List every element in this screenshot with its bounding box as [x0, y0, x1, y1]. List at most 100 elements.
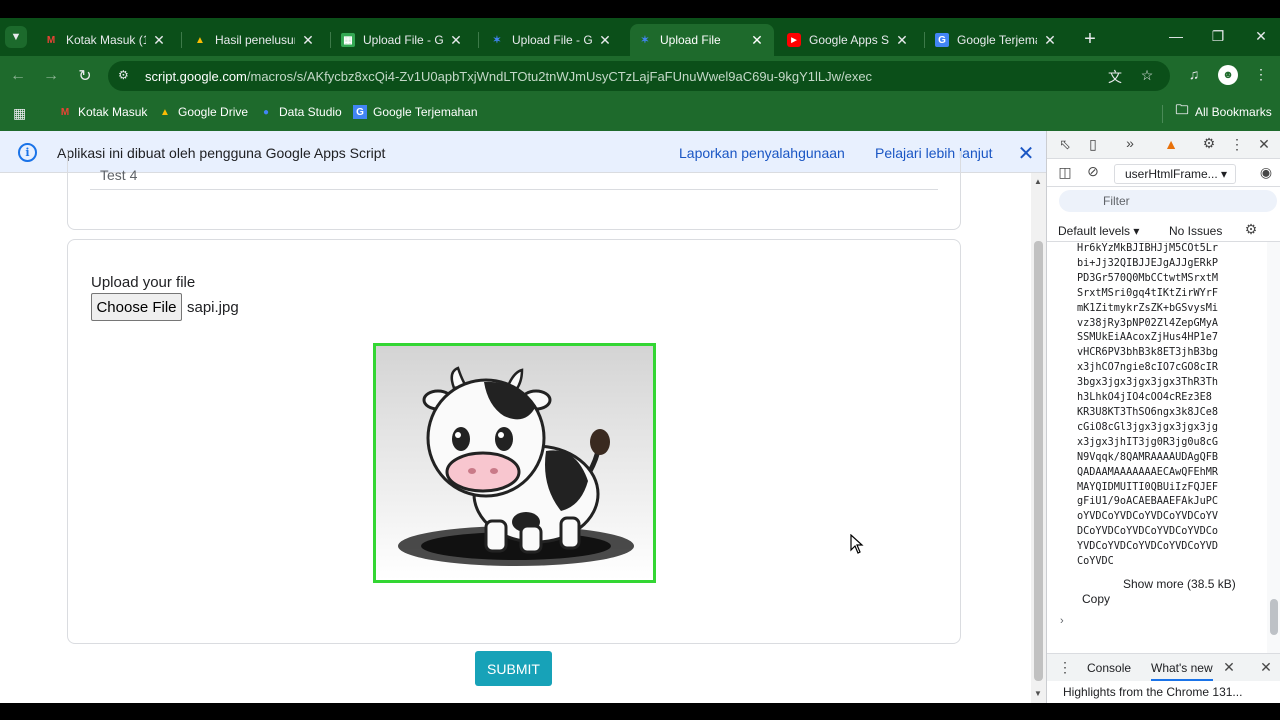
- scrollbar-thumb[interactable]: [1034, 241, 1043, 681]
- profile-avatar[interactable]: ☻: [1218, 65, 1238, 85]
- close-icon[interactable]: ✕: [596, 32, 614, 49]
- drive-icon: ▲: [160, 106, 170, 118]
- console-settings-icon[interactable]: ⚙: [1242, 221, 1260, 238]
- settings-gear-icon[interactable]: ⚙: [1200, 135, 1218, 152]
- bookmark-google-terjemahan[interactable]: G Google Terjemahan: [353, 105, 478, 119]
- apps-grid-icon[interactable]: ▦: [13, 105, 26, 122]
- tab-search-button[interactable]: ▼: [5, 26, 27, 48]
- warning-icon[interactable]: ▲: [1162, 136, 1180, 152]
- tab-kotak-masuk[interactable]: M Kotak Masuk (1) ✕: [36, 24, 176, 56]
- close-icon[interactable]: ✕: [1041, 32, 1059, 49]
- close-icon[interactable]: ✕: [150, 32, 168, 49]
- tab-google-terjemahan[interactable]: G Google Terjemal ✕: [927, 24, 1067, 56]
- copy-button[interactable]: Copy: [1082, 592, 1110, 606]
- tab-google-apps-script[interactable]: ▶ Google Apps Sc ✕: [779, 24, 919, 56]
- console-scrollbar[interactable]: [1267, 242, 1280, 653]
- minimize-icon[interactable]: —: [1166, 28, 1186, 44]
- console-log-output: Hr6kYzMkBJIBHJjM5COt5Lr bi+Jj32QIBJJEJgA…: [1077, 243, 1219, 568]
- back-icon[interactable]: ←: [7, 65, 29, 87]
- tab-title: Upload File: [660, 33, 721, 47]
- all-bookmarks[interactable]: 🗀 All Bookmarks: [1175, 102, 1271, 119]
- tab-title: Upload File - Go: [363, 33, 443, 47]
- image-preview: [373, 343, 656, 583]
- more-tabs-icon[interactable]: »: [1121, 135, 1139, 151]
- bookmark-google-drive[interactable]: ▲ Google Drive: [158, 105, 248, 119]
- tab-console[interactable]: Console: [1087, 661, 1131, 675]
- upload-card: Upload your file Choose File sapi.jpg: [67, 239, 961, 644]
- menu-icon[interactable]: ⋮: [1251, 66, 1271, 83]
- sheets-icon: ▦: [341, 33, 355, 47]
- site-info-icon[interactable]: ⚙: [118, 68, 134, 84]
- media-controls-icon[interactable]: ♫: [1184, 66, 1204, 82]
- console-toolbar: ◫ ⊘ userHtmlFrame... ▾ ◉: [1047, 159, 1280, 187]
- console-levels-bar: Default levels ▾ No Issues ⚙: [1047, 216, 1280, 242]
- restore-icon[interactable]: ❐: [1208, 28, 1228, 45]
- default-levels-dropdown[interactable]: Default levels ▾: [1058, 224, 1139, 238]
- upload-label: Upload your file: [91, 274, 196, 291]
- scroll-down-icon[interactable]: ▼: [1034, 689, 1042, 698]
- tab-title: Kotak Masuk (1): [66, 33, 146, 47]
- reload-icon[interactable]: ↻: [74, 65, 96, 87]
- close-icon[interactable]: ✕: [893, 32, 911, 49]
- tab-whats-new[interactable]: What's new: [1151, 661, 1213, 681]
- sidebar-toggle-icon[interactable]: ◫: [1056, 164, 1074, 181]
- tab-strip: ▼ M Kotak Masuk (1) ✕ ▲ Hasil penelusura…: [0, 18, 1280, 56]
- window-close-icon[interactable]: ✕: [1251, 28, 1271, 45]
- translate-icon: G: [353, 105, 367, 119]
- apps-script-icon: ✶: [492, 34, 502, 46]
- tab-upload-file-sheets[interactable]: ▦ Upload File - Go ✕: [333, 24, 473, 56]
- eye-icon[interactable]: ◉: [1257, 164, 1275, 181]
- tab-title: Google Terjemal: [957, 33, 1037, 47]
- url-text: script.google.com/macros/s/AKfycbz8xcQi4…: [145, 69, 873, 84]
- tab-upload-file-active[interactable]: ✶ Upload File ✕: [630, 24, 774, 56]
- translate-page-icon[interactable]: 文: [1106, 67, 1124, 87]
- cow-image: [398, 366, 634, 566]
- issues-counter[interactable]: No Issues: [1169, 224, 1222, 238]
- console-prompt-icon[interactable]: ›: [1060, 615, 1064, 627]
- inspect-icon[interactable]: ⬁: [1056, 136, 1074, 153]
- kebab-menu-icon[interactable]: ⋮: [1228, 136, 1246, 153]
- gmail-icon: M: [46, 34, 56, 46]
- drawer-menu-icon[interactable]: ⋮: [1056, 659, 1074, 676]
- show-more-button[interactable]: Show more (38.5 kB): [1123, 577, 1236, 591]
- close-icon[interactable]: ✕: [1016, 141, 1036, 166]
- bookmarks-bar: ▦ M Kotak Masuk ▲ Google Drive ● Data St…: [0, 96, 1280, 131]
- scroll-up-icon[interactable]: ▲: [1034, 177, 1042, 186]
- apps-script-icon: ✶: [640, 34, 650, 46]
- page-content: i Aplikasi ini dibuat oleh pengguna Goog…: [0, 131, 1046, 703]
- drive-icon: ▲: [195, 34, 205, 46]
- folder-icon: 🗀: [1175, 102, 1189, 117]
- bookmark-star-icon[interactable]: ☆: [1138, 67, 1156, 84]
- devtools-drawer-tabs: ⋮ Console What's new ✕ ✕: [1047, 653, 1280, 681]
- browser-toolbar: ← → ↻ ⚙ script.google.com/macros/s/AKfyc…: [0, 56, 1280, 96]
- forward-icon[interactable]: →: [40, 65, 62, 87]
- new-tab-button[interactable]: +: [1080, 28, 1100, 51]
- close-icon[interactable]: ✕: [299, 32, 317, 49]
- data-studio-icon: ●: [262, 106, 270, 118]
- clear-console-icon[interactable]: ⊘: [1084, 163, 1102, 180]
- gmail-icon: M: [60, 106, 70, 118]
- close-icon[interactable]: ✕: [447, 32, 465, 49]
- device-toolbar-icon[interactable]: ▯: [1084, 136, 1102, 153]
- youtube-icon: ▶: [787, 33, 801, 47]
- bookmark-kotak-masuk[interactable]: M Kotak Masuk: [58, 105, 148, 119]
- filter-input[interactable]: Filter: [1059, 190, 1277, 212]
- bookmark-data-studio[interactable]: ● Data Studio: [259, 105, 342, 119]
- previous-answer: Test 4: [100, 167, 138, 183]
- info-icon: i: [18, 143, 37, 162]
- close-drawer-icon[interactable]: ✕: [1257, 659, 1275, 676]
- context-selector[interactable]: userHtmlFrame... ▾: [1114, 164, 1236, 184]
- mouse-cursor-icon: [850, 534, 864, 554]
- close-tab-icon[interactable]: ✕: [1220, 659, 1238, 676]
- submit-button[interactable]: SUBMIT: [475, 651, 552, 686]
- choose-file-button[interactable]: Choose File: [91, 293, 182, 321]
- address-bar[interactable]: ⚙ script.google.com/macros/s/AKfycbz8xcQ…: [108, 61, 1170, 91]
- scrollbar-thumb[interactable]: [1270, 599, 1278, 635]
- close-icon[interactable]: ✕: [748, 32, 766, 49]
- whats-new-highlights: Highlights from the Chrome 131...: [1063, 685, 1243, 699]
- devtools-panel: ⬁ ▯ » ▲ ⚙ ⋮ ✕ ◫ ⊘ userHtmlFrame... ▾ ◉ ▼…: [1046, 131, 1280, 703]
- page-scrollbar[interactable]: ▲ ▼: [1031, 173, 1046, 703]
- tab-hasil-penelusuran[interactable]: ▲ Hasil penelusura ✕: [185, 24, 325, 56]
- close-devtools-icon[interactable]: ✕: [1255, 136, 1273, 153]
- tab-upload-file-script[interactable]: ✶ Upload File - Go ✕: [482, 24, 622, 56]
